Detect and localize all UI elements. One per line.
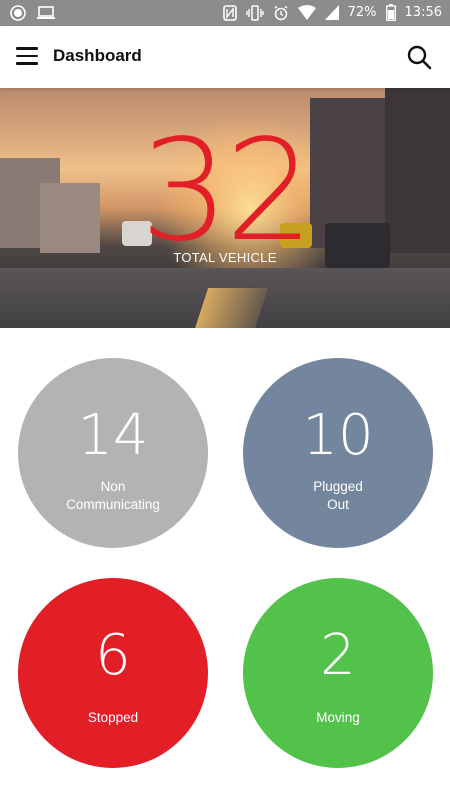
total-vehicle-label: TOTAL VEHICLE <box>173 250 277 265</box>
menu-icon[interactable] <box>16 47 38 65</box>
stat-label: Plugged Out <box>313 479 363 512</box>
stat-label: Non Communicating <box>66 479 160 512</box>
stat-value: 2 <box>320 623 356 688</box>
stopped-stat[interactable]: 6 Stopped <box>18 578 208 768</box>
hero-banner: 32 TOTAL VEHICLE <box>0 88 450 328</box>
total-vehicle-count: 32 <box>139 110 314 273</box>
clock-time: 13:56 <box>404 5 442 20</box>
stat-label: Moving <box>316 710 360 725</box>
record-icon <box>10 5 26 21</box>
stat-value: 14 <box>77 403 149 468</box>
non-communicating-stat[interactable]: 14 Non Communicating <box>18 358 208 548</box>
battery-percent: 72% <box>347 5 377 20</box>
laptop-icon <box>36 5 56 21</box>
stat-value: 6 <box>95 623 131 688</box>
alarm-icon <box>273 5 289 21</box>
signal-icon <box>324 5 339 20</box>
moving-stat[interactable]: 2 Moving <box>243 578 433 768</box>
vibrate-icon <box>245 4 264 21</box>
stat-label: Stopped <box>87 710 139 725</box>
plugged-out-stat[interactable]: 10 Plugged Out <box>243 358 433 548</box>
wifi-icon <box>297 5 316 20</box>
stat-value: 10 <box>302 403 374 468</box>
page-title: Dashboard <box>53 46 142 65</box>
battery-icon <box>385 4 396 21</box>
search-icon[interactable] <box>406 44 432 70</box>
nfc-icon <box>222 4 237 21</box>
app-bar: Dashboard <box>0 26 450 88</box>
status-bar: 72% 13:56 <box>0 0 450 26</box>
